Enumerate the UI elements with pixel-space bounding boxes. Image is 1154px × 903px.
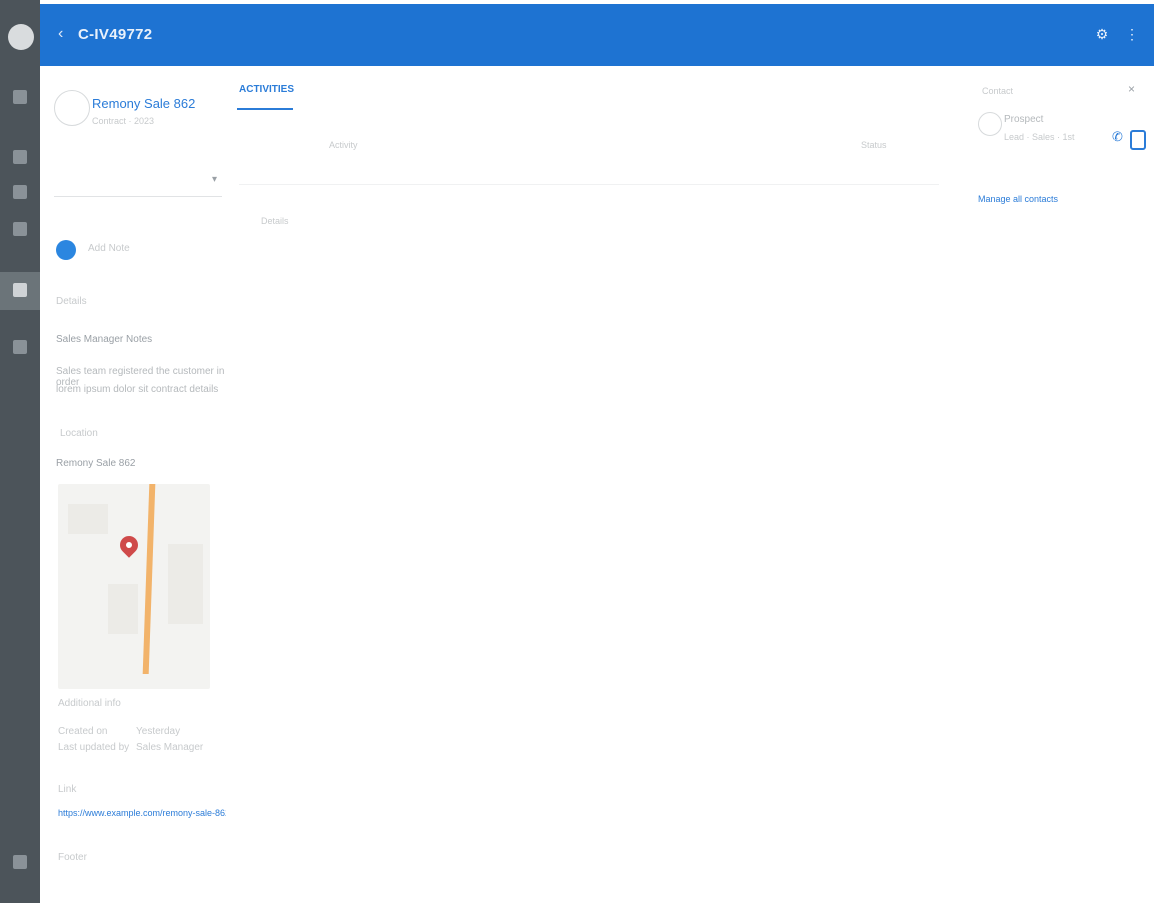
location-map[interactable]	[58, 484, 210, 689]
details-panel: Remony Sale 862 Contract · 2023 ▾ Add No…	[40, 66, 226, 903]
entity-url-link[interactable]: https://www.example.com/remony-sale-862/…	[58, 808, 226, 818]
phone-icon[interactable]: ✆	[1112, 130, 1126, 144]
search-icon[interactable]	[13, 283, 27, 297]
info-label: Created on	[58, 726, 108, 737]
column-header[interactable]: Activity	[329, 140, 358, 150]
settings-icon[interactable]: ⚙	[1094, 26, 1110, 42]
chevron-left-icon[interactable]: ‹	[58, 24, 74, 44]
manage-contacts-link[interactable]: Manage all contacts	[978, 194, 1058, 204]
filter-underline	[54, 196, 222, 197]
map-block	[168, 544, 203, 624]
detail-title: Sales Manager Notes	[56, 334, 153, 345]
entity-title: Remony Sale 862	[92, 96, 196, 111]
contact-name: Prospect	[1004, 114, 1044, 125]
copy-icon[interactable]	[1130, 130, 1146, 150]
top-bar: ‹ C-IV49772 ⚙ ⋮	[40, 4, 1154, 66]
divider	[239, 184, 939, 185]
info-label: Last updated by	[58, 742, 130, 753]
close-icon[interactable]: ×	[1128, 82, 1135, 96]
location-title: Remony Sale 862	[56, 458, 136, 469]
documents-icon[interactable]	[13, 340, 27, 354]
column-header[interactable]: Status	[861, 140, 887, 150]
list-icon[interactable]	[13, 185, 27, 199]
main-content: ACTIVITIES Activity Status Details	[225, 66, 970, 903]
detail-line-2: lorem ipsum dolor sit contract details	[56, 384, 219, 395]
contact-panel-header: Contact	[982, 86, 1014, 96]
page-title: C-IV49772	[78, 26, 153, 43]
map-block	[108, 584, 138, 634]
chevron-down-icon[interactable]: ▾	[212, 175, 222, 185]
tab-underline	[237, 108, 293, 110]
app-logo-icon[interactable]	[8, 24, 34, 50]
pin-dot	[126, 542, 132, 548]
contact-avatar	[978, 112, 1002, 136]
info-section: Additional info	[58, 698, 121, 709]
add-note-label: Add Note	[88, 243, 130, 254]
map-block	[68, 504, 108, 534]
section-details: Details	[56, 296, 87, 307]
phone-nav-icon[interactable]	[13, 222, 27, 236]
section-link: Link	[58, 784, 77, 795]
add-note-button[interactable]	[56, 240, 76, 260]
entity-avatar	[54, 90, 90, 126]
help-icon[interactable]	[13, 855, 27, 869]
map-pin-icon[interactable]	[116, 532, 142, 560]
info-value: Yesterday	[136, 726, 181, 737]
section-footer: Footer	[58, 852, 87, 863]
entity-subtitle: Contract · 2023	[92, 116, 155, 126]
grid-icon[interactable]	[13, 150, 27, 164]
map-road	[142, 484, 156, 674]
more-vertical-icon[interactable]: ⋮	[1124, 26, 1140, 42]
tab-activities[interactable]: ACTIVITIES	[239, 84, 294, 95]
center-details-label: Details	[261, 216, 289, 226]
contact-panel: Contact × Prospect Lead · Sales · 1st ✆ …	[970, 66, 1154, 903]
info-value: Sales Manager	[136, 742, 204, 753]
contact-subtitle: Lead · Sales · 1st	[1004, 132, 1075, 142]
filter-select[interactable]: ▾	[54, 171, 222, 197]
left-rail	[0, 0, 40, 903]
section-location: Location	[60, 428, 98, 439]
menu-icon[interactable]	[13, 90, 27, 104]
